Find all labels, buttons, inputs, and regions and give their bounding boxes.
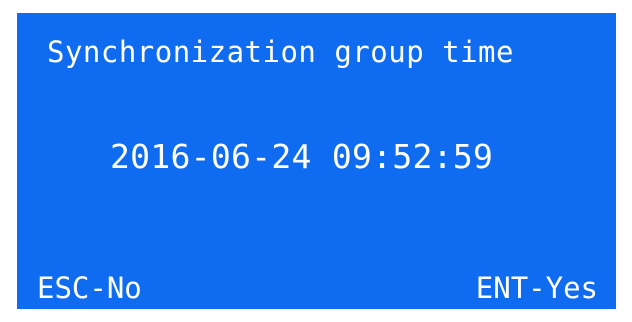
screen-title: Synchronization group time: [47, 35, 514, 69]
ent-yes-softkey[interactable]: ENT-Yes: [476, 271, 598, 305]
datetime-value: 2016-06-24 09:52:59: [110, 137, 494, 176]
esc-no-softkey[interactable]: ESC-No: [37, 271, 142, 305]
lcd-screen: Synchronization group time 2016-06-24 09…: [17, 13, 616, 309]
